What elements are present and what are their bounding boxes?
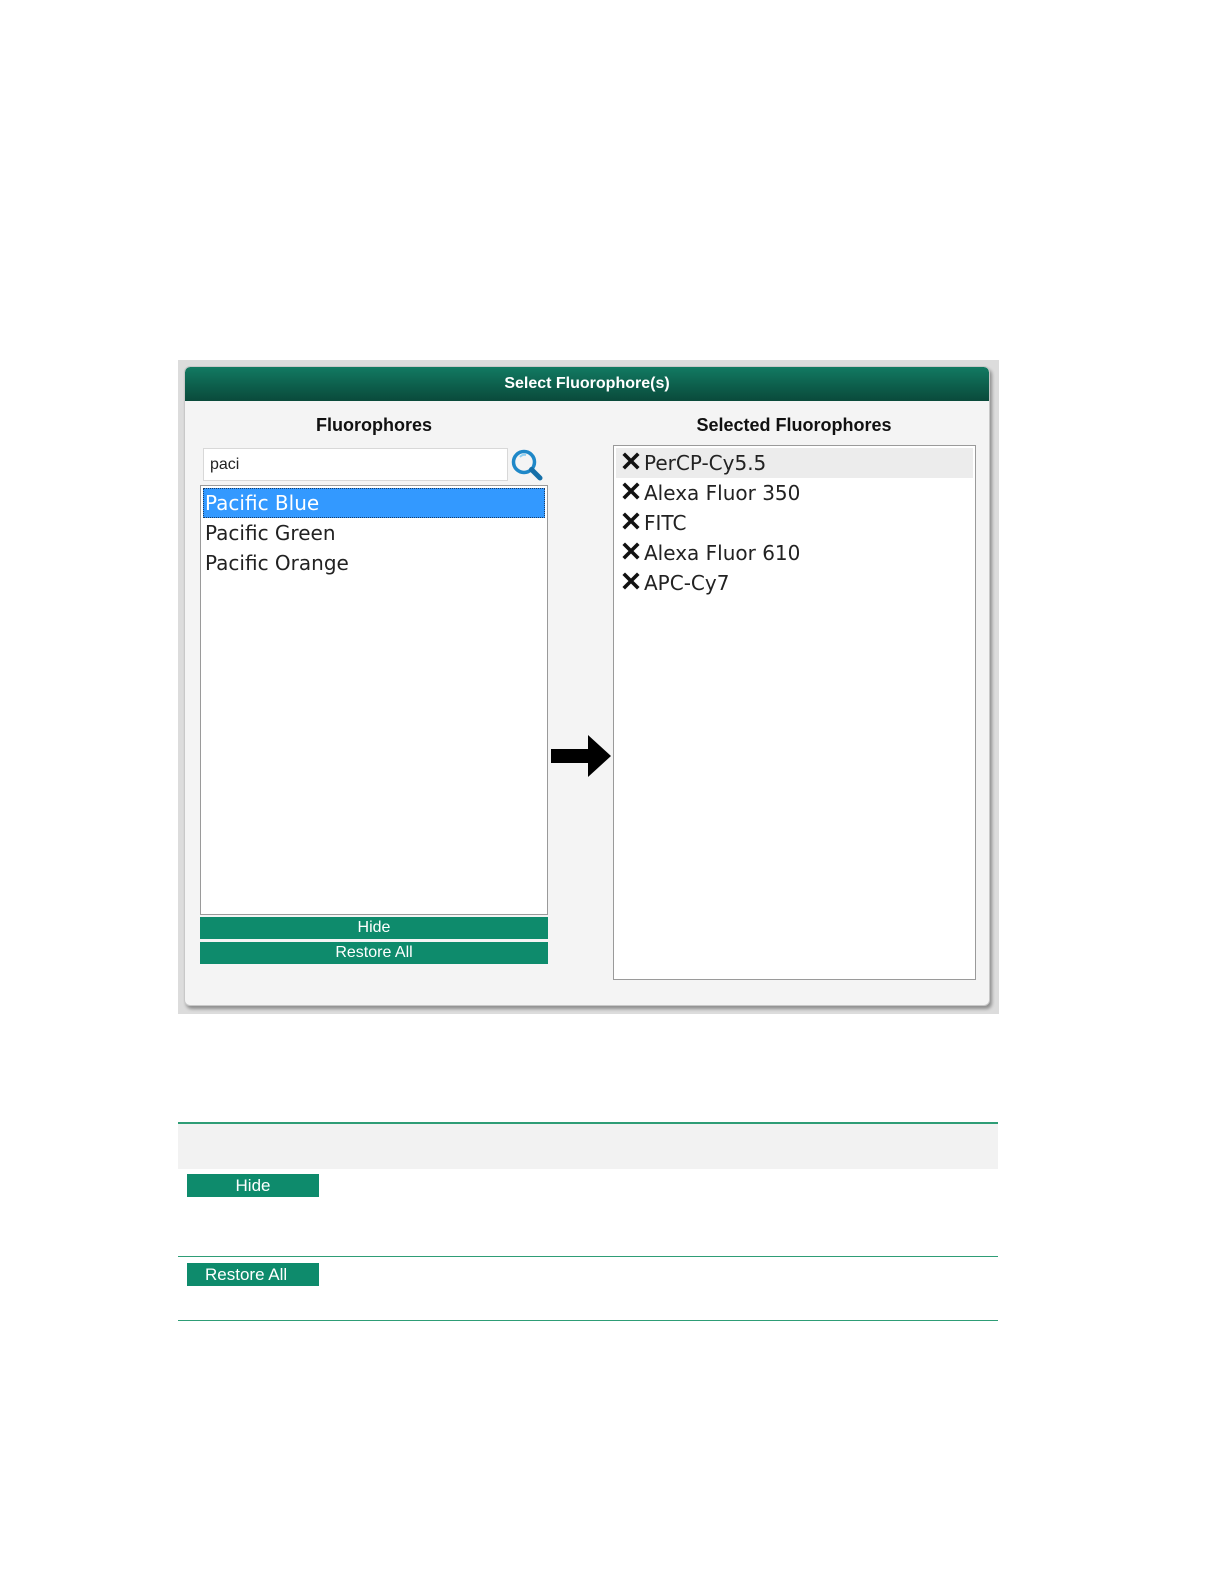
- selected-list-item[interactable]: Alexa Fluor 610: [616, 538, 973, 568]
- selected-item-label: Alexa Fluor 610: [644, 541, 801, 565]
- available-list-item[interactable]: Pacific Orange: [203, 548, 545, 578]
- selected-item-label: PerCP-Cy5.5: [644, 451, 767, 475]
- selected-list-item[interactable]: PerCP-Cy5.5: [616, 448, 973, 478]
- selected-list-item[interactable]: APC-Cy7: [616, 568, 973, 598]
- available-fluorophores-list[interactable]: Pacific Blue Pacific Green Pacific Orange: [200, 485, 548, 915]
- dialog-title: Select Fluorophore(s): [185, 367, 989, 401]
- fluorophores-heading: Fluorophores: [316, 415, 432, 435]
- table-bottom-rule: [178, 1320, 998, 1321]
- available-list-item[interactable]: Pacific Green: [203, 518, 545, 548]
- arrow-right-icon: [551, 735, 611, 777]
- remove-x-icon[interactable]: [622, 572, 640, 590]
- available-list-item[interactable]: Pacific Blue: [203, 488, 545, 518]
- remove-x-icon[interactable]: [622, 512, 640, 530]
- selected-fluorophores-list[interactable]: PerCP-Cy5.5 Alexa Fluor 350 FITC Alexa Fluo…: [613, 445, 976, 980]
- remove-x-icon[interactable]: [622, 482, 640, 500]
- search-icon[interactable]: [509, 447, 545, 483]
- selected-item-label: Alexa Fluor 350: [644, 481, 801, 505]
- selected-list-item[interactable]: Alexa Fluor 350: [616, 478, 973, 508]
- selected-item-label: FITC: [644, 511, 687, 535]
- search-input[interactable]: [204, 449, 507, 480]
- selected-fluorophores-heading: Selected Fluorophores: [696, 415, 892, 435]
- hide-button[interactable]: Hide: [200, 917, 548, 939]
- restore-all-button[interactable]: Restore All: [200, 942, 548, 964]
- table-row-divider: [178, 1256, 998, 1257]
- doc-restore-all-button[interactable]: Restore All: [187, 1263, 319, 1286]
- select-fluorophores-dialog: Select Fluorophore(s) Fluorophores Selec…: [184, 366, 990, 1006]
- remove-x-icon[interactable]: [622, 542, 640, 560]
- table-header-row: [178, 1124, 998, 1169]
- selected-list-item[interactable]: FITC: [616, 508, 973, 538]
- remove-x-icon[interactable]: [622, 452, 640, 470]
- search-field: [203, 448, 508, 481]
- doc-hide-button[interactable]: Hide: [187, 1174, 319, 1197]
- selected-item-label: APC-Cy7: [644, 571, 730, 595]
